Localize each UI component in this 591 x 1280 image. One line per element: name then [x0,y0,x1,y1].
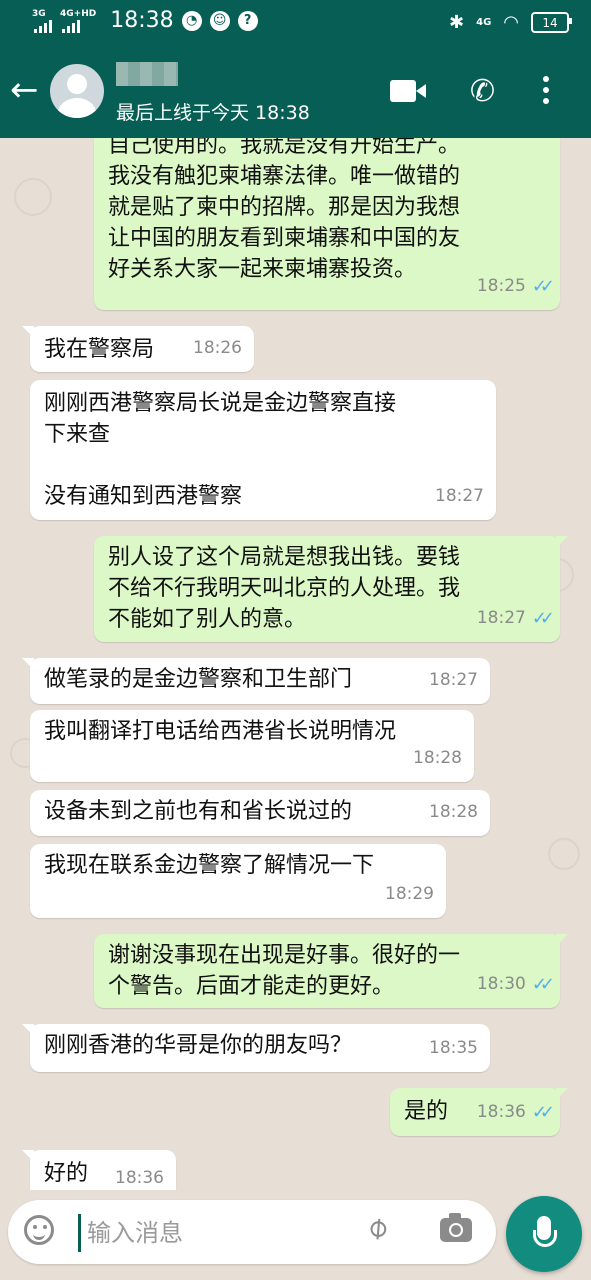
message-time: 18:35 [429,1038,478,1058]
avatar[interactable] [50,64,104,118]
last-seen[interactable]: 最后上线于今天 18:38 [116,98,310,125]
emoji-icon[interactable] [24,1215,54,1245]
status-time: 18:38 [110,8,174,33]
status-left: 3G 4G+HD 18:38 ◔ ☺ ? [32,8,258,33]
message-bubble-in[interactable]: 好的 18:36 [22,1150,176,1190]
speed-icon: ◔ [181,10,202,31]
battery-icon: 14 [531,12,572,33]
chat-notification-icon: ☺ [209,10,230,31]
message-bubble-in[interactable]: 我现在联系金边警察了解情况一下 18:29 [30,844,446,918]
message-text: 做笔录的是金边警察和卫生部门 [44,667,353,692]
message-time: 18:27 [429,670,478,690]
message-text: 我叫翻译打电话给西港省长说明情况 [44,719,397,744]
read-ticks-icon: ✓✓ [531,276,555,297]
phone-icon[interactable]: ✆ [470,74,495,109]
message-text: 刚刚香港的华哥是你的朋友吗？ [44,1033,353,1058]
message-bubble-in[interactable]: 刚刚香港的华哥是你的朋友吗？ 18:35 [22,1024,490,1072]
message-time: 18:29 [385,884,434,904]
message-time: 18:28 [413,748,462,768]
signal-bars-icon [62,19,96,33]
chat-area[interactable]: 自己使用的。我就是没有开始生产。 我没有触犯柬埔寨法律。唯一做错的 就是贴了柬中… [0,138,591,1190]
message-time: 18:26 [193,338,242,358]
signal-2: 4G+HD [60,9,96,33]
chat-header: ← 最后上线于今天 18:38 ✆ [0,46,591,138]
signal-1-label: 3G [32,8,46,19]
message-bubble-in[interactable]: 设备未到之前也有和省长说过的 18:28 [30,790,490,836]
signal-2-label: 4G+HD [60,8,97,19]
message-bubble-out[interactable]: 自己使用的。我就是没有开始生产。 我没有触犯柬埔寨法律。唯一做错的 就是贴了柬中… [94,138,560,310]
read-ticks-icon: ✓✓ [531,1102,555,1123]
wallpaper-doodle [548,838,580,870]
signal-1: 3G [32,9,52,33]
message-text: 我现在联系金边警察了解情况一下 [44,853,375,878]
message-time: 18:27 [476,608,526,628]
message-time: 18:25 [476,276,526,296]
signal-bars-icon [34,19,52,33]
wifi-icon: ◠ [503,12,519,33]
mic-button[interactable] [506,1196,582,1272]
status-bar: 3G 4G+HD 18:38 ◔ ☺ ? ✱ 4G ◠ 14 [0,0,591,46]
message-bubble-in[interactable]: 我叫翻译打电话给西港省长说明情况 18:28 [30,710,474,782]
message-time: 18:27 [435,486,484,506]
contact-name[interactable] [116,62,178,86]
message-text: 刚刚西港警察局长说是金边警察直接 下来查 没有通知到西港警察 [44,391,397,509]
paperclip-icon[interactable]: ⌀ [359,1208,395,1246]
status-right: ✱ 4G ◠ 14 [449,12,572,33]
video-camera-icon[interactable] [390,80,426,102]
message-text: 设备未到之前也有和省长说过的 [44,799,353,824]
message-bubble-in[interactable]: 做笔录的是金边警察和卫生部门 18:27 [22,658,490,704]
read-ticks-icon: ✓✓ [531,608,555,629]
message-text: 自己使用的。我就是没有开始生产。 我没有触犯柬埔寨法律。唯一做错的 就是贴了柬中… [108,138,461,282]
message-bubble-out[interactable]: 别人设了这个局就是想我出钱。要钱 不给不行我明天叫北京的人处理。我 不能如了别人… [94,536,568,642]
message-composer: ⌀ [8,1200,496,1264]
help-icon: ? [237,10,258,31]
battery-level: 14 [542,15,558,30]
message-bubble-in[interactable]: 我在警察局 18:26 [22,326,254,372]
camera-icon[interactable] [440,1213,472,1242]
message-bubble-in[interactable]: 刚刚西港警察局长说是金边警察直接 下来查 没有通知到西港警察 18:27 [30,380,496,520]
message-time: 18:36 [476,1102,526,1122]
message-bubble-out[interactable]: 谢谢没事现在出现是好事。很好的一 个警告。后面才能走的更好。 18:30 ✓✓ [94,934,568,1008]
message-input[interactable] [78,1214,349,1252]
message-time: 18:36 [115,1168,164,1188]
message-time: 18:28 [429,802,478,822]
network-type: 4G [476,16,492,28]
message-bubble-out[interactable]: 是的 18:36 ✓✓ [390,1088,568,1136]
arrow-left-icon[interactable]: ← [10,70,39,110]
message-time: 18:30 [476,974,526,994]
bluetooth-icon: ✱ [449,12,465,33]
more-vert-icon[interactable] [543,76,549,109]
wallpaper-doodle [14,178,52,216]
read-ticks-icon: ✓✓ [531,974,555,995]
